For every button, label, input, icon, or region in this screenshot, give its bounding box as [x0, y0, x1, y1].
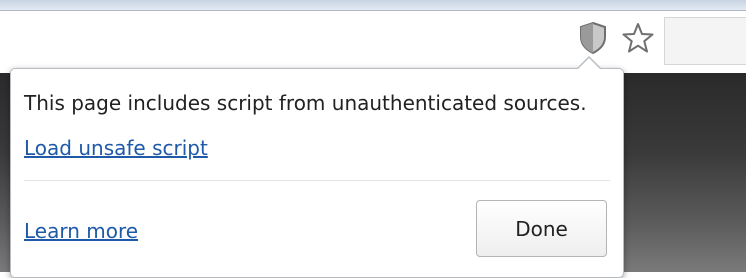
bubble-message: This page includes script from unauthent…	[24, 91, 587, 115]
learn-more-link[interactable]: Learn more	[24, 219, 138, 243]
bookmark-star-button[interactable]	[617, 17, 659, 63]
window-top-strip	[0, 0, 746, 10]
load-unsafe-script-link[interactable]: Load unsafe script	[24, 136, 208, 160]
bubble-divider	[24, 180, 610, 181]
bubble-arrow-fill	[577, 58, 601, 70]
shield-icon	[578, 21, 608, 59]
done-button[interactable]: Done	[476, 200, 607, 257]
star-icon	[621, 21, 655, 59]
toolbar-edge	[664, 17, 746, 65]
mixed-content-bubble: This page includes script from unauthent…	[10, 68, 624, 278]
